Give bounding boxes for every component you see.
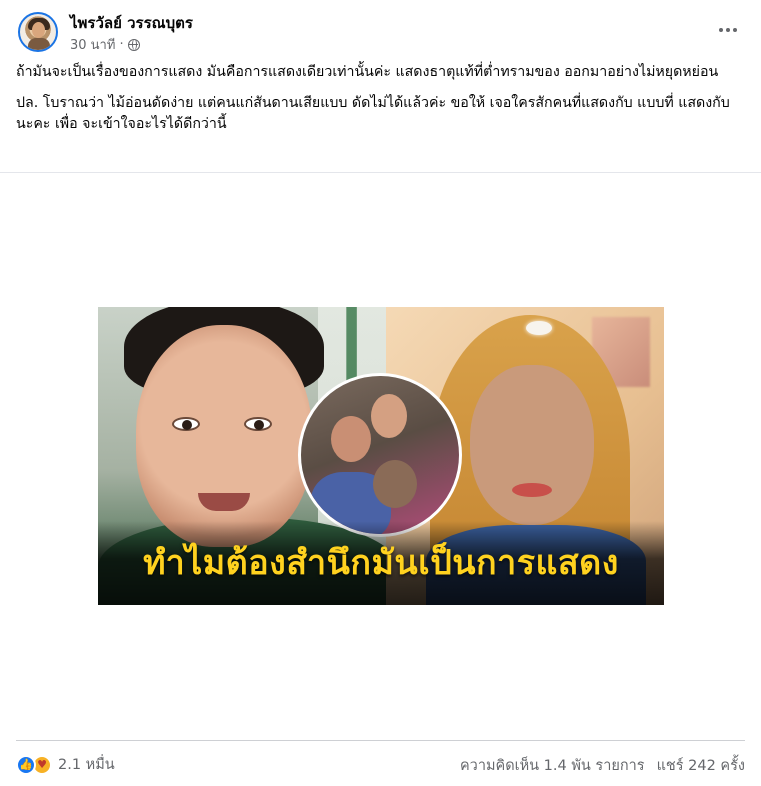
left-eye [172, 417, 200, 431]
more-dot-icon [733, 28, 737, 32]
right-eye [244, 417, 272, 431]
right-face [470, 365, 594, 525]
mouth [198, 493, 250, 511]
left-face [136, 325, 312, 547]
post-header: ไพรวัลย์ วรรณบุตร 30 นาที · [16, 10, 745, 54]
post-paragraph: ถ้ามันจะเป็นเรื่องของการแสดง มันคือการแส… [16, 64, 719, 80]
inset-person [331, 416, 371, 462]
post-paragraph: ปล. โบราณว่า ไม้อ่อนดัดง่าย แต่คนแก่สันด… [16, 95, 730, 132]
post-media[interactable]: ทำไมต้องสำนึกมันเป็นการแสดง [0, 172, 761, 737]
video-thumbnail[interactable]: ทำไมต้องสำนึกมันเป็นการแสดง [98, 307, 664, 605]
inset-person [371, 394, 407, 438]
reaction-count[interactable]: 2.1 หมื่น [58, 753, 115, 776]
comments-count[interactable]: ความคิดเห็น 1.4 พัน รายการ [460, 754, 645, 777]
post-meta: 30 นาที · [70, 34, 140, 55]
post-body: ถ้ามันจะเป็นเรื่องของการแสดง มันคือการแส… [16, 62, 746, 145]
avatar-face [32, 22, 45, 38]
hair-accessory [526, 321, 552, 335]
more-options-button[interactable] [711, 16, 745, 44]
meta-separator: · [119, 37, 124, 52]
inset-person [373, 460, 417, 508]
engagement-stats: ความคิดเห็น 1.4 พัน รายการ แชร์ 242 ครั้… [460, 754, 745, 777]
globe-icon[interactable] [127, 38, 140, 51]
more-dot-icon [719, 28, 723, 32]
right-lips [512, 483, 552, 497]
author-avatar[interactable] [18, 12, 58, 52]
reactions-summary[interactable]: 👍 ♥ 2.1 หมื่น [16, 753, 115, 776]
thumbnail-caption: ทำไมต้องสำนึกมันเป็นการแสดง [143, 543, 619, 583]
post-footer: 👍 ♥ 2.1 หมื่น ความคิดเห็น 1.4 พัน รายการ… [16, 740, 745, 786]
inset-circle-photo [298, 373, 462, 537]
avatar-body [28, 38, 50, 50]
shares-count[interactable]: แชร์ 242 ครั้ง [657, 754, 745, 777]
post-time[interactable]: 30 นาที [70, 34, 115, 55]
like-icon: 👍 [16, 754, 36, 775]
more-dot-icon [726, 28, 730, 32]
author-name[interactable]: ไพรวัลย์ วรรณบุตร [70, 11, 193, 35]
